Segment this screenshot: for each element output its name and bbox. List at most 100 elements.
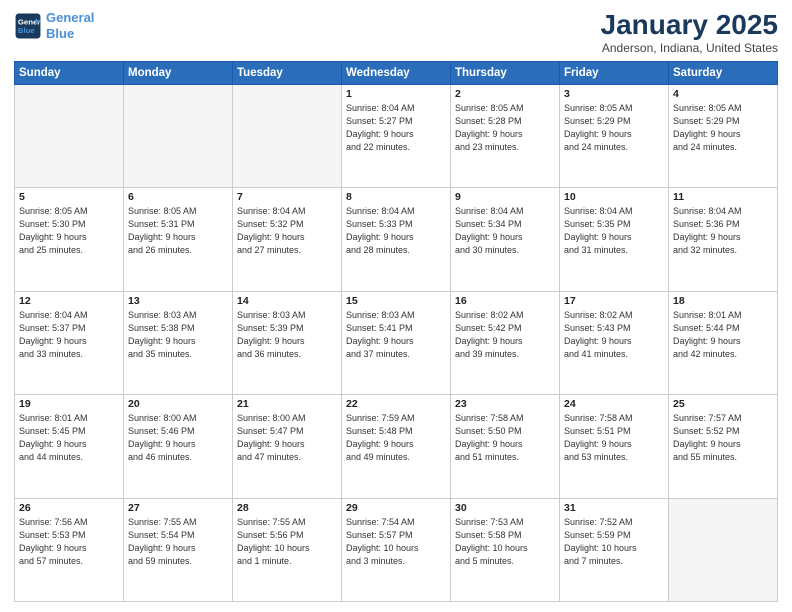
day-info: Sunrise: 7:59 AMSunset: 5:48 PMDaylight:… (346, 412, 446, 464)
day-info: Sunrise: 7:52 AMSunset: 5:59 PMDaylight:… (564, 516, 664, 568)
day-cell: 6 Sunrise: 8:05 AMSunset: 5:31 PMDaylight… (124, 188, 233, 291)
day-number: 13 (128, 295, 228, 307)
title-block: January 2025 Anderson, Indiana, United S… (601, 10, 778, 55)
day-number: 31 (564, 502, 664, 514)
day-cell: 28 Sunrise: 7:55 AMSunset: 5:56 PMDayligh… (233, 498, 342, 601)
day-cell: 17Sunrise: 8:02 AMSunset: 5:43 PMDayligh… (560, 291, 669, 394)
day-number: 12 (19, 295, 119, 307)
day-number: 15 (346, 295, 446, 307)
day-info: Sunrise: 7:58 AMSunset: 5:50 PMDaylight:… (455, 412, 555, 464)
day-number: 1 (346, 88, 446, 100)
svg-text:Blue: Blue (18, 26, 36, 35)
day-cell: 7 Sunrise: 8:04 AMSunset: 5:32 PMDaylight… (233, 188, 342, 291)
day-number: 22 (346, 398, 446, 410)
location: Anderson, Indiana, United States (601, 41, 778, 55)
day-cell: 31 Sunrise: 7:52 AMSunset: 5:59 PMDayligh… (560, 498, 669, 601)
day-cell: 1 Sunrise: 8:04 AMSunset: 5:27 PMDaylight… (342, 84, 451, 187)
day-cell: 24Sunrise: 7:58 AMSunset: 5:51 PMDayligh… (560, 395, 669, 498)
day-info: Sunrise: 8:03 AMSunset: 5:41 PMDaylight:… (346, 309, 446, 361)
weekday-wednesday: Wednesday (342, 61, 451, 84)
day-number: 20 (128, 398, 228, 410)
day-number: 30 (455, 502, 555, 514)
weekday-monday: Monday (124, 61, 233, 84)
day-cell: 13 Sunrise: 8:03 AMSunset: 5:38 PMDayligh… (124, 291, 233, 394)
day-cell: 25 Sunrise: 7:57 AMSunset: 5:52 PMDayligh… (669, 395, 778, 498)
day-cell (124, 84, 233, 187)
day-number: 21 (237, 398, 337, 410)
day-info: Sunrise: 8:05 AMSunset: 5:30 PMDaylight:… (19, 205, 119, 257)
day-info: Sunrise: 7:58 AMSunset: 5:51 PMDaylight:… (564, 412, 664, 464)
day-cell: 29 Sunrise: 7:54 AMSunset: 5:57 PMDayligh… (342, 498, 451, 601)
day-number: 19 (19, 398, 119, 410)
day-info: Sunrise: 7:56 AMSunset: 5:53 PMDaylight:… (19, 516, 119, 568)
calendar: SundayMondayTuesdayWednesdayThursdayFrid… (14, 61, 778, 602)
day-info: Sunrise: 7:54 AMSunset: 5:57 PMDaylight:… (346, 516, 446, 568)
day-number: 11 (673, 191, 773, 203)
day-number: 5 (19, 191, 119, 203)
day-number: 10 (564, 191, 664, 203)
logo-line1: General (46, 10, 94, 25)
logo: General Blue General Blue (14, 10, 94, 41)
day-number: 14 (237, 295, 337, 307)
day-number: 18 (673, 295, 773, 307)
page: General Blue General Blue January 2025 A… (0, 0, 792, 612)
day-info: Sunrise: 7:53 AMSunset: 5:58 PMDaylight:… (455, 516, 555, 568)
day-number: 25 (673, 398, 773, 410)
week-row-3: 12 Sunrise: 8:04 AMSunset: 5:37 PMDayligh… (15, 291, 778, 394)
day-number: 4 (673, 88, 773, 100)
day-cell: 3 Sunrise: 8:05 AMSunset: 5:29 PMDaylight… (560, 84, 669, 187)
day-number: 7 (237, 191, 337, 203)
week-row-1: 1 Sunrise: 8:04 AMSunset: 5:27 PMDaylight… (15, 84, 778, 187)
day-cell: 2Sunrise: 8:05 AMSunset: 5:28 PMDaylight… (451, 84, 560, 187)
day-cell: 10Sunrise: 8:04 AMSunset: 5:35 PMDayligh… (560, 188, 669, 291)
day-info: Sunrise: 8:04 AMSunset: 5:37 PMDaylight:… (19, 309, 119, 361)
day-cell: 22 Sunrise: 7:59 AMSunset: 5:48 PMDayligh… (342, 395, 451, 498)
day-cell (669, 498, 778, 601)
day-cell: 5 Sunrise: 8:05 AMSunset: 5:30 PMDaylight… (15, 188, 124, 291)
weekday-tuesday: Tuesday (233, 61, 342, 84)
day-cell: 20 Sunrise: 8:00 AMSunset: 5:46 PMDayligh… (124, 395, 233, 498)
day-cell: 18 Sunrise: 8:01 AMSunset: 5:44 PMDayligh… (669, 291, 778, 394)
day-cell: 30 Sunrise: 7:53 AMSunset: 5:58 PMDayligh… (451, 498, 560, 601)
day-info: Sunrise: 8:04 AMSunset: 5:36 PMDaylight:… (673, 205, 773, 257)
day-number: 8 (346, 191, 446, 203)
weekday-header-row: SundayMondayTuesdayWednesdayThursdayFrid… (15, 61, 778, 84)
day-number: 26 (19, 502, 119, 514)
day-cell: 21 Sunrise: 8:00 AMSunset: 5:47 PMDayligh… (233, 395, 342, 498)
day-number: 17 (564, 295, 664, 307)
day-cell (15, 84, 124, 187)
day-number: 9 (455, 191, 555, 203)
day-info: Sunrise: 8:01 AMSunset: 5:45 PMDaylight:… (19, 412, 119, 464)
day-info: Sunrise: 8:00 AMSunset: 5:46 PMDaylight:… (128, 412, 228, 464)
day-info: Sunrise: 8:03 AMSunset: 5:38 PMDaylight:… (128, 309, 228, 361)
day-info: Sunrise: 8:05 AMSunset: 5:31 PMDaylight:… (128, 205, 228, 257)
day-info: Sunrise: 7:55 AMSunset: 5:56 PMDaylight:… (237, 516, 337, 568)
day-number: 27 (128, 502, 228, 514)
day-info: Sunrise: 8:00 AMSunset: 5:47 PMDaylight:… (237, 412, 337, 464)
day-info: Sunrise: 8:02 AMSunset: 5:42 PMDaylight:… (455, 309, 555, 361)
day-number: 23 (455, 398, 555, 410)
day-info: Sunrise: 8:04 AMSunset: 5:27 PMDaylight:… (346, 102, 446, 154)
day-number: 3 (564, 88, 664, 100)
day-info: Sunrise: 8:04 AMSunset: 5:34 PMDaylight:… (455, 205, 555, 257)
day-info: Sunrise: 7:57 AMSunset: 5:52 PMDaylight:… (673, 412, 773, 464)
day-info: Sunrise: 8:04 AMSunset: 5:32 PMDaylight:… (237, 205, 337, 257)
day-cell: 23 Sunrise: 7:58 AMSunset: 5:50 PMDayligh… (451, 395, 560, 498)
logo-icon: General Blue (14, 12, 42, 40)
day-info: Sunrise: 8:01 AMSunset: 5:44 PMDaylight:… (673, 309, 773, 361)
day-cell: 15 Sunrise: 8:03 AMSunset: 5:41 PMDayligh… (342, 291, 451, 394)
weekday-sunday: Sunday (15, 61, 124, 84)
day-number: 29 (346, 502, 446, 514)
day-cell: 11 Sunrise: 8:04 AMSunset: 5:36 PMDayligh… (669, 188, 778, 291)
day-cell: 16Sunrise: 8:02 AMSunset: 5:42 PMDayligh… (451, 291, 560, 394)
day-cell: 4 Sunrise: 8:05 AMSunset: 5:29 PMDaylight… (669, 84, 778, 187)
day-number: 28 (237, 502, 337, 514)
day-info: Sunrise: 7:55 AMSunset: 5:54 PMDaylight:… (128, 516, 228, 568)
day-info: Sunrise: 8:05 AMSunset: 5:29 PMDaylight:… (673, 102, 773, 154)
day-number: 6 (128, 191, 228, 203)
day-info: Sunrise: 8:05 AMSunset: 5:29 PMDaylight:… (564, 102, 664, 154)
week-row-4: 19 Sunrise: 8:01 AMSunset: 5:45 PMDayligh… (15, 395, 778, 498)
week-row-5: 26 Sunrise: 7:56 AMSunset: 5:53 PMDayligh… (15, 498, 778, 601)
day-cell: 12 Sunrise: 8:04 AMSunset: 5:37 PMDayligh… (15, 291, 124, 394)
day-info: Sunrise: 8:03 AMSunset: 5:39 PMDaylight:… (237, 309, 337, 361)
